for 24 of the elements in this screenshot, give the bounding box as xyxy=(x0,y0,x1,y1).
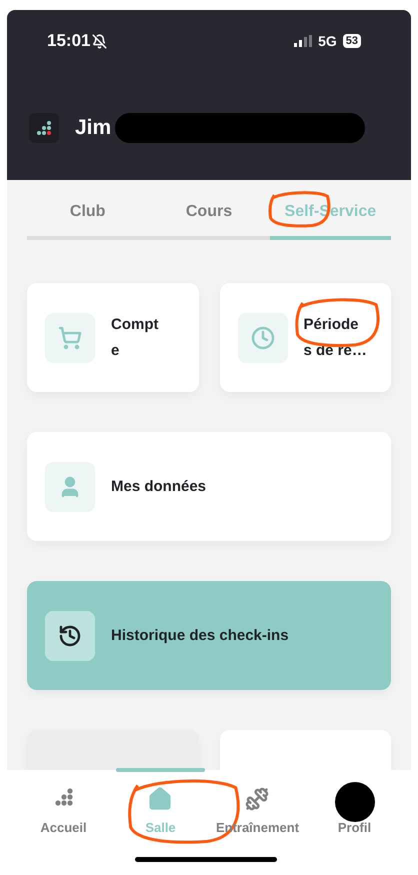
tab[interactable]: Club xyxy=(27,200,148,240)
dumbbell-icon xyxy=(245,787,270,811)
app-logo xyxy=(29,112,59,143)
menu-card[interactable]: Période s de re… xyxy=(220,283,391,392)
gym-name: Jim xyxy=(75,115,112,141)
menu-card[interactable]: Mes données xyxy=(27,432,391,541)
card-label: Compt e xyxy=(111,314,158,360)
nav-item[interactable]: Profil xyxy=(334,784,374,842)
battery-icon: 53 xyxy=(342,34,361,48)
menu-card[interactable]: Historique des check-ins xyxy=(27,581,391,690)
history-icon xyxy=(58,624,82,648)
nav-item[interactable]: Accueil xyxy=(40,784,87,842)
card-label: Période s de re… xyxy=(304,314,367,360)
house-icon xyxy=(147,786,174,812)
signal-icon xyxy=(294,35,312,47)
cart-icon xyxy=(58,326,82,350)
menu-card[interactable]: Compt e xyxy=(27,283,198,392)
card-label: Mes données xyxy=(111,476,206,496)
tab[interactable]: Cours xyxy=(148,200,270,240)
bell-muted-icon xyxy=(92,34,108,48)
network-label: 5G xyxy=(318,32,337,50)
clock-time: 15:01 xyxy=(47,30,90,52)
card-label: Historique des check-ins xyxy=(111,626,289,646)
clock-icon xyxy=(250,326,274,350)
